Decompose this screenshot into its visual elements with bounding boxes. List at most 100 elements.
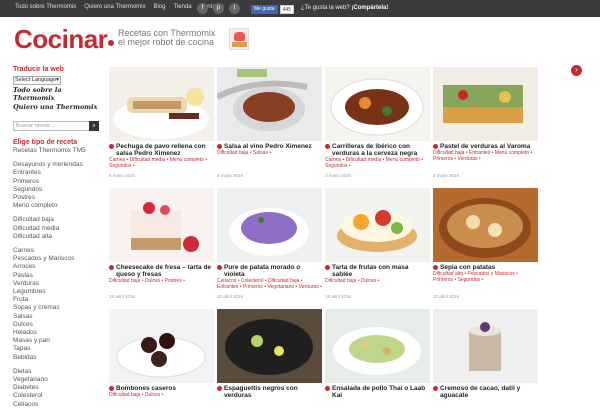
recipe-title[interactable]: Espaguettis negros con verduras <box>217 385 322 399</box>
sidebar-link[interactable]: Dietas <box>13 368 103 376</box>
recipe-thumbnail[interactable] <box>433 309 538 383</box>
recipe-categories[interactable]: Carnes • Dificultad media • Menú complet… <box>325 157 430 169</box>
recipe-card[interactable]: Bombones caseros Dificultad baja • Dulces… <box>109 309 214 399</box>
site-logo[interactable]: Cocinar <box>14 24 115 55</box>
social-icons: f p t <box>197 3 240 14</box>
recipe-thumbnail[interactable] <box>109 188 214 262</box>
recipe-categories[interactable]: Dificultad baja • Dulces • <box>325 278 430 285</box>
recipe-title[interactable]: Carrilleras de ibérico con verduras a la… <box>325 143 430 157</box>
recipe-card[interactable]: Sepia con patatas Dificultad alta • Pesca… <box>433 188 538 283</box>
like-button[interactable]: Me gusta <box>251 4 278 14</box>
nav-todo-thermomix[interactable]: Todo sobre Thermomix <box>15 4 76 10</box>
sidebar-link[interactable]: Vegetariano <box>13 376 103 384</box>
sidebar-link[interactable]: Fruta <box>13 296 103 304</box>
recipe-categories[interactable]: Celíacos • Colesterol • Dificultad baja … <box>217 278 322 290</box>
recipe-thumbnail[interactable] <box>325 67 430 141</box>
recipe-title[interactable]: Ensalada de pollo Thai o Laab Kai <box>325 385 430 399</box>
recipe-title[interactable]: Pure de patata morado o violeta <box>217 264 322 278</box>
sidebar-link[interactable]: Diabetes <box>13 384 103 392</box>
recipe-card[interactable]: Pastel de verduras al Varoma Dificultad b… <box>433 67 538 162</box>
logo-dot <box>108 40 115 46</box>
twitter-icon[interactable]: t <box>229 3 240 14</box>
sidebar-link[interactable]: Colesterol <box>13 392 103 400</box>
recipe-title[interactable]: Salsa al vino Pedro Ximenez <box>217 143 322 150</box>
recipe-thumbnail[interactable] <box>109 67 214 141</box>
sidebar-link[interactable]: Celíacos <box>13 401 103 409</box>
sidebar-link[interactable]: Helados <box>13 329 103 337</box>
recipe-title[interactable]: Pechuga de pavo rellena con salsa Pedro … <box>109 143 214 157</box>
recipe-title[interactable]: Cremoso de cacao, datil y aguacate <box>433 385 538 399</box>
recipe-thumbnail[interactable] <box>217 67 322 141</box>
recipe-card[interactable]: Carrilleras de ibérico con verduras a la… <box>325 67 430 169</box>
sidebar-link[interactable]: Carnes <box>13 247 103 255</box>
recipe-thumbnail[interactable] <box>325 188 430 262</box>
recipe-categories[interactable]: Carnes • Dificultad media • Menú complet… <box>109 157 214 169</box>
facebook-icon[interactable]: f <box>197 3 208 14</box>
sidebar-link[interactable]: Dulces <box>13 321 103 329</box>
recipe-card[interactable]: Pechuga de pavo rellena con salsa Pedro … <box>109 67 214 169</box>
recipe-categories[interactable]: Dificultad baja • Salsas • <box>217 150 322 157</box>
recipe-thumbnail[interactable] <box>217 188 322 262</box>
recipe-card[interactable]: Pure de patata morado o violeta Celíacos … <box>217 188 322 290</box>
next-arrow-icon[interactable]: › <box>571 65 582 76</box>
recipe-card[interactable]: Cheesecake de fresa – tarta de queso y f… <box>109 188 214 285</box>
sidebar-link[interactable]: Recetas Thermomix TM5 <box>13 147 103 155</box>
sidebar-link[interactable]: Menú completo <box>13 202 103 210</box>
recipe-title[interactable]: Sepia con patatas <box>433 264 538 271</box>
sidebar-link[interactable]: Entrantes <box>13 169 103 177</box>
recipe-title[interactable]: Pastel de verduras al Varoma <box>433 143 538 150</box>
recipe-thumbnail[interactable] <box>325 309 430 383</box>
recipe-card[interactable]: Ensalada de pollo Thai o Laab Kai <box>325 309 430 400</box>
sidebar-link[interactable]: Arroces <box>13 263 103 271</box>
share-cta[interactable]: ¡Compártela! <box>351 5 388 11</box>
recipe-card[interactable]: Espaguettis negros con verduras <box>217 309 322 400</box>
recipe-thumbnail[interactable] <box>433 67 538 141</box>
recipe-card[interactable]: Tarta de frutas con masa sablée Dificulta… <box>325 188 430 285</box>
sidebar-link[interactable]: Segundos <box>13 186 103 194</box>
search-input[interactable]: Buscar receta ... <box>16 123 56 129</box>
search-box[interactable]: Buscar receta ... ⌕ <box>13 121 99 131</box>
sidebar-link[interactable]: Verduras <box>13 280 103 288</box>
award-badge-icon[interactable] <box>229 28 249 50</box>
recipe-date: 20 abril 2016 <box>217 294 244 299</box>
sidebar-link[interactable]: Desayunos y meriendas <box>13 161 103 169</box>
search-icon[interactable]: ⌕ <box>89 121 99 131</box>
sidebar-link[interactable]: Salsas <box>13 313 103 321</box>
recipe-categories[interactable]: Dificultad baja • Dulces • <box>109 392 214 399</box>
recipe-thumbnail[interactable] <box>217 309 322 383</box>
share-prompt[interactable]: ¿Te gusta la web? ¡Compártela! <box>301 5 388 11</box>
recipe-card[interactable]: Salsa al vino Pedro Ximenez Dificultad ba… <box>217 67 322 157</box>
sidebar-link[interactable]: Sopas y cremas <box>13 304 103 312</box>
sidebar-link[interactable]: Pastas <box>13 272 103 280</box>
recipe-title[interactable]: Cheesecake de fresa – tarta de queso y f… <box>109 264 214 278</box>
nav-blog[interactable]: Blog <box>154 4 166 10</box>
sidebar-link[interactable]: Postres <box>13 194 103 202</box>
sidebar-link[interactable]: Masas y pan <box>13 337 103 345</box>
sidebar-link[interactable]: Legumbres <box>13 288 103 296</box>
sidebar-link[interactable]: Dificultad media <box>13 225 103 233</box>
recipe-card[interactable]: Cremoso de cacao, datil y aguacate <box>433 309 538 400</box>
recipe-categories[interactable]: Dificultad baja • Dulces • Postres • <box>109 278 214 285</box>
pinterest-icon[interactable]: p <box>213 3 224 14</box>
sidebar-link[interactable]: Bebidas <box>13 354 103 362</box>
language-select[interactable]: Select Language <box>13 76 61 85</box>
sidebar-link[interactable]: Dificultad baja <box>13 216 103 224</box>
sidebar-link[interactable]: Primeros <box>13 178 103 186</box>
recipe-title[interactable]: Tarta de frutas con masa sablée <box>325 264 430 278</box>
recipe-categories[interactable]: Dificultad alta • Pescados y Mariscos • … <box>433 271 538 283</box>
recipe-title[interactable]: Bombones caseros <box>109 385 214 392</box>
sidebar-link[interactable]: Pescados y Mariscos <box>13 255 103 263</box>
link-quiero-thermomix[interactable]: Quiero una Thermomix <box>13 103 103 111</box>
nav-quiero-thermomix[interactable]: Quiero una Thermomix <box>84 4 145 10</box>
recipe-thumbnail[interactable] <box>109 309 214 383</box>
sidebar-link[interactable]: Tapas <box>13 345 103 353</box>
sidebar-link[interactable]: Dificultad alta <box>13 233 103 241</box>
top-navigation: Todo sobre Thermomix Quiero una Thermomi… <box>15 4 224 10</box>
link-todo-thermomix[interactable]: Todo sobre la Thermomix <box>13 86 103 102</box>
recipe-date: 15 abril 2016 <box>325 294 352 299</box>
heart-icon <box>234 32 245 41</box>
share-question: ¿Te gusta la web? <box>301 5 350 11</box>
nav-tienda[interactable]: Tienda <box>174 4 192 10</box>
recipe-categories[interactable]: Dificultad baja • Entrantes • Menú compl… <box>433 150 538 162</box>
recipe-thumbnail[interactable] <box>433 188 538 262</box>
